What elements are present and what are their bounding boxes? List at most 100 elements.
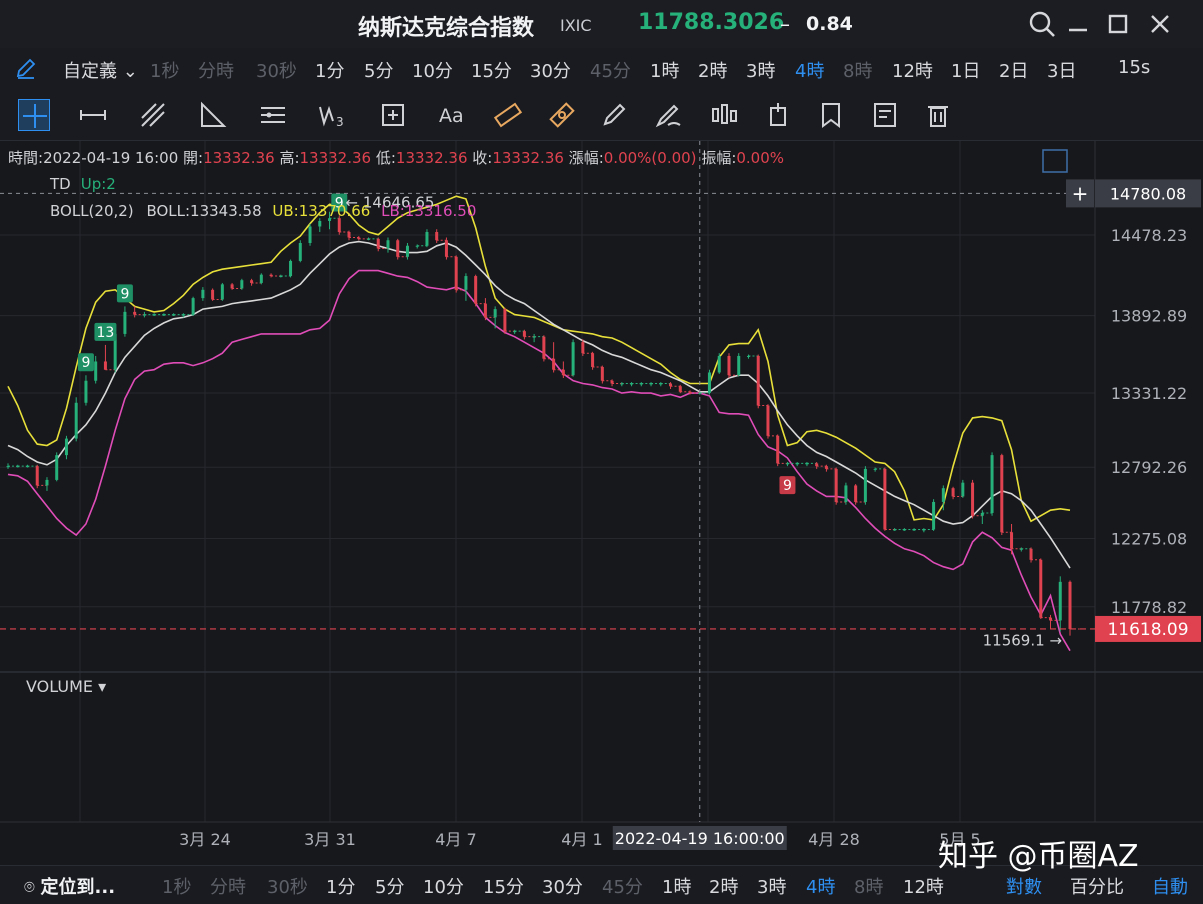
locate-button[interactable]: ⌾ 定位到... xyxy=(24,873,115,899)
min-price-marker: 11569.1 → xyxy=(983,632,1062,650)
candle-body xyxy=(483,303,487,318)
bottom-interval-tab[interactable]: 1秒 xyxy=(162,873,191,899)
x-tick-label: 4月 1 xyxy=(561,830,602,849)
candle-body xyxy=(1068,581,1072,629)
auto-scale-button[interactable]: 自動 xyxy=(1152,873,1188,899)
percent-scale-button[interactable]: 百分比 xyxy=(1070,873,1124,899)
bottom-interval-tab[interactable]: 12時 xyxy=(903,873,944,899)
close-icon[interactable] xyxy=(1144,8,1176,40)
maximize-icon[interactable] xyxy=(1102,8,1134,40)
bottom-interval-tab[interactable]: 15分 xyxy=(483,873,524,899)
position-icon[interactable] xyxy=(762,99,794,131)
bottom-interval-tab[interactable]: 10分 xyxy=(423,873,464,899)
bottom-interval-tab[interactable]: 8時 xyxy=(854,873,883,899)
candle-body xyxy=(493,309,497,318)
search-icon[interactable] xyxy=(1026,8,1058,40)
price-range-icon[interactable] xyxy=(546,99,578,131)
bottom-interval-tab[interactable]: 30秒 xyxy=(267,873,308,899)
bottom-interval-tab[interactable]: 3時 xyxy=(757,873,786,899)
interval-tab[interactable]: 10分 xyxy=(412,57,453,83)
candle-body xyxy=(932,501,936,530)
candle-body xyxy=(405,245,409,257)
candle-body xyxy=(84,380,88,403)
interval-tab[interactable]: 4時 xyxy=(795,57,824,83)
interval-tab[interactable]: 1日 xyxy=(951,57,980,83)
candle-body xyxy=(737,355,741,376)
svg-text:Aa: Aa xyxy=(439,105,464,127)
candle-body xyxy=(103,361,107,370)
bottom-interval-tab[interactable]: 45分 xyxy=(602,873,643,899)
interval-tab[interactable]: 8時 xyxy=(843,57,872,83)
interval-tab[interactable]: 2時 xyxy=(698,57,727,83)
candle-body xyxy=(1039,559,1043,618)
measure-box-icon[interactable] xyxy=(377,99,409,131)
title-bar: 纳斯达克综合指数 IXIC 11788.3026 – 0.84 xyxy=(0,0,1203,49)
td-indicator-label[interactable]: TD Up:2 xyxy=(50,175,116,193)
candle-body xyxy=(961,482,965,497)
custom-interval-select[interactable]: 自定義 ⌄ xyxy=(63,57,138,83)
bottom-interval-tab[interactable]: 分時 xyxy=(210,873,246,899)
edit-pencil-icon[interactable] xyxy=(14,56,38,85)
candle-icon[interactable] xyxy=(708,99,740,131)
log-scale-button[interactable]: 對數 xyxy=(1006,873,1042,899)
parallel-lines-icon[interactable] xyxy=(257,99,289,131)
candle-body xyxy=(308,226,312,244)
price-change: 0.84 xyxy=(806,13,853,35)
change-separator: – xyxy=(780,12,790,36)
candle-body xyxy=(503,309,507,332)
text-tool-icon[interactable]: Aa xyxy=(437,99,469,131)
price-chart[interactable]: 14478.23 13892.89 13331.22 12792.26 12275.08… xyxy=(0,141,1203,865)
ruler-icon[interactable] xyxy=(492,99,524,131)
bookmark-icon[interactable] xyxy=(815,99,847,131)
trash-icon[interactable] xyxy=(922,99,954,131)
pen-icon[interactable] xyxy=(598,99,630,131)
drawing-toolbar: 3 Aa xyxy=(0,90,1203,141)
candle-body xyxy=(883,468,887,530)
crosshair-tool-icon[interactable] xyxy=(18,99,50,131)
candle-body xyxy=(678,386,682,392)
candle-body xyxy=(74,402,78,439)
angle-icon[interactable] xyxy=(197,99,229,131)
volume-indicator-select[interactable]: VOLUME ▾ xyxy=(26,677,106,696)
candle-body xyxy=(951,488,955,497)
candle-body xyxy=(1058,581,1062,621)
location-pin-icon: ⌾ xyxy=(24,877,35,898)
trend-line-icon[interactable] xyxy=(137,99,169,131)
candle-body xyxy=(464,276,468,290)
plus-icon: + xyxy=(1072,181,1089,205)
brush-icon[interactable] xyxy=(652,99,684,131)
candle-body xyxy=(844,485,848,502)
bottom-interval-tab[interactable]: 4時 xyxy=(806,873,835,899)
bottom-interval-tab[interactable]: 5分 xyxy=(375,873,404,899)
bottom-interval-tab[interactable]: 2時 xyxy=(709,873,738,899)
chart-area[interactable]: 14478.23 13892.89 13331.22 12792.26 12275.08… xyxy=(0,141,1203,865)
interval-tab[interactable]: 30分 xyxy=(530,57,571,83)
interval-tab[interactable]: 45分 xyxy=(590,57,631,83)
interval-tab[interactable]: 12時 xyxy=(892,57,933,83)
bottom-interval-tab[interactable]: 1時 xyxy=(662,873,691,899)
ohlc-info: 時間:2022-04-19 16:00 開:13332.36 高:13332.3… xyxy=(8,149,785,167)
wave-icon[interactable]: 3 xyxy=(317,99,349,131)
interval-tab[interactable]: 3日 xyxy=(1047,57,1076,83)
refresh-rate[interactable]: 15s xyxy=(1118,57,1150,78)
interval-tab[interactable]: 1時 xyxy=(650,57,679,83)
interval-tab[interactable]: 分時 xyxy=(198,57,234,83)
x-tick-label: 3月 31 xyxy=(304,830,356,849)
interval-tab[interactable]: 30秒 xyxy=(256,57,297,83)
interval-tab[interactable]: 3時 xyxy=(746,57,775,83)
bottom-interval-tab[interactable]: 1分 xyxy=(326,873,355,899)
interval-tab[interactable]: 1秒 xyxy=(150,57,179,83)
bottom-interval-tab[interactable]: 30分 xyxy=(542,873,583,899)
interval-tab[interactable]: 1分 xyxy=(315,57,344,83)
candle-body xyxy=(376,238,380,249)
interval-tab[interactable]: 2日 xyxy=(999,57,1028,83)
horizontal-line-icon[interactable] xyxy=(77,99,109,131)
last-price-label: 11618.09 xyxy=(1107,620,1188,640)
candle-body xyxy=(201,289,205,299)
interval-tab[interactable]: 5分 xyxy=(364,57,393,83)
boll-indicator-label[interactable]: BOLL(20,2) BOLL:13343.58 UB:13370.66 LB:… xyxy=(50,202,476,220)
note-icon[interactable] xyxy=(869,99,901,131)
minimize-icon[interactable] xyxy=(1062,8,1094,40)
candle-body xyxy=(727,355,731,376)
interval-tab[interactable]: 15分 xyxy=(471,57,512,83)
